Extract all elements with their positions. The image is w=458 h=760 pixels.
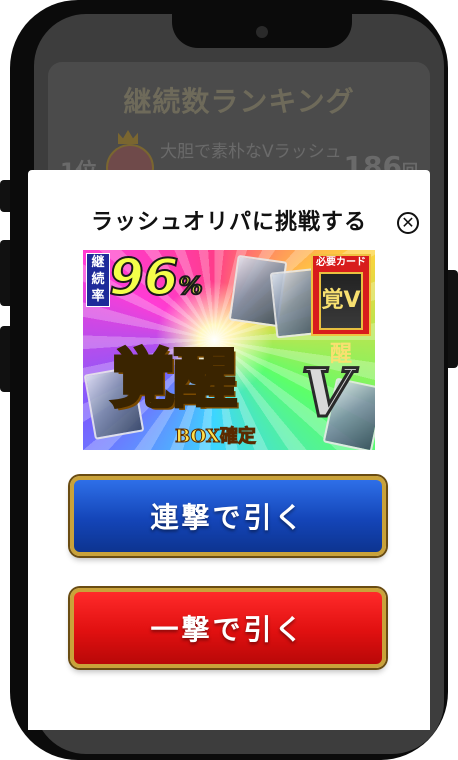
oripa-banner[interactable]: 継続率 96% 必要カード 覚V醒 覚醒 V BOX確定 — [83, 250, 375, 450]
banner-rate-value: 96 — [108, 250, 180, 307]
single-draw-button[interactable]: 一撃で引く — [70, 588, 386, 668]
crown-icon — [118, 130, 138, 144]
rush-modal: ラッシュオリパに挑戦する ✕ 継続率 96% 必要カード 覚V醒 覚醒 V BO… — [28, 170, 430, 730]
banner-rate-unit: % — [178, 271, 204, 301]
banner-box-text: BOX確定 — [175, 426, 257, 448]
close-button[interactable]: ✕ — [397, 212, 419, 234]
ranking-title: 継続数ランキング — [123, 85, 355, 118]
multi-draw-button[interactable]: 連撃で引く — [70, 476, 386, 556]
banner-rate: 96% — [108, 250, 204, 307]
phone-notch — [172, 14, 352, 48]
banner-main-text: 覚醒 — [110, 341, 239, 419]
banner-v-text: V — [299, 353, 353, 434]
modal-title: ラッシュオリパに挑戦する — [90, 210, 367, 235]
banner-must-card: 必要カード 覚V醒 — [311, 254, 371, 367]
camera-icon — [256, 26, 268, 38]
banner-must-card-art: 覚V醒 — [319, 272, 363, 367]
banner-must-label: 必要カード — [316, 257, 366, 268]
banner-rate-label: 継続率 — [86, 253, 110, 307]
close-icon: ✕ — [401, 213, 415, 232]
